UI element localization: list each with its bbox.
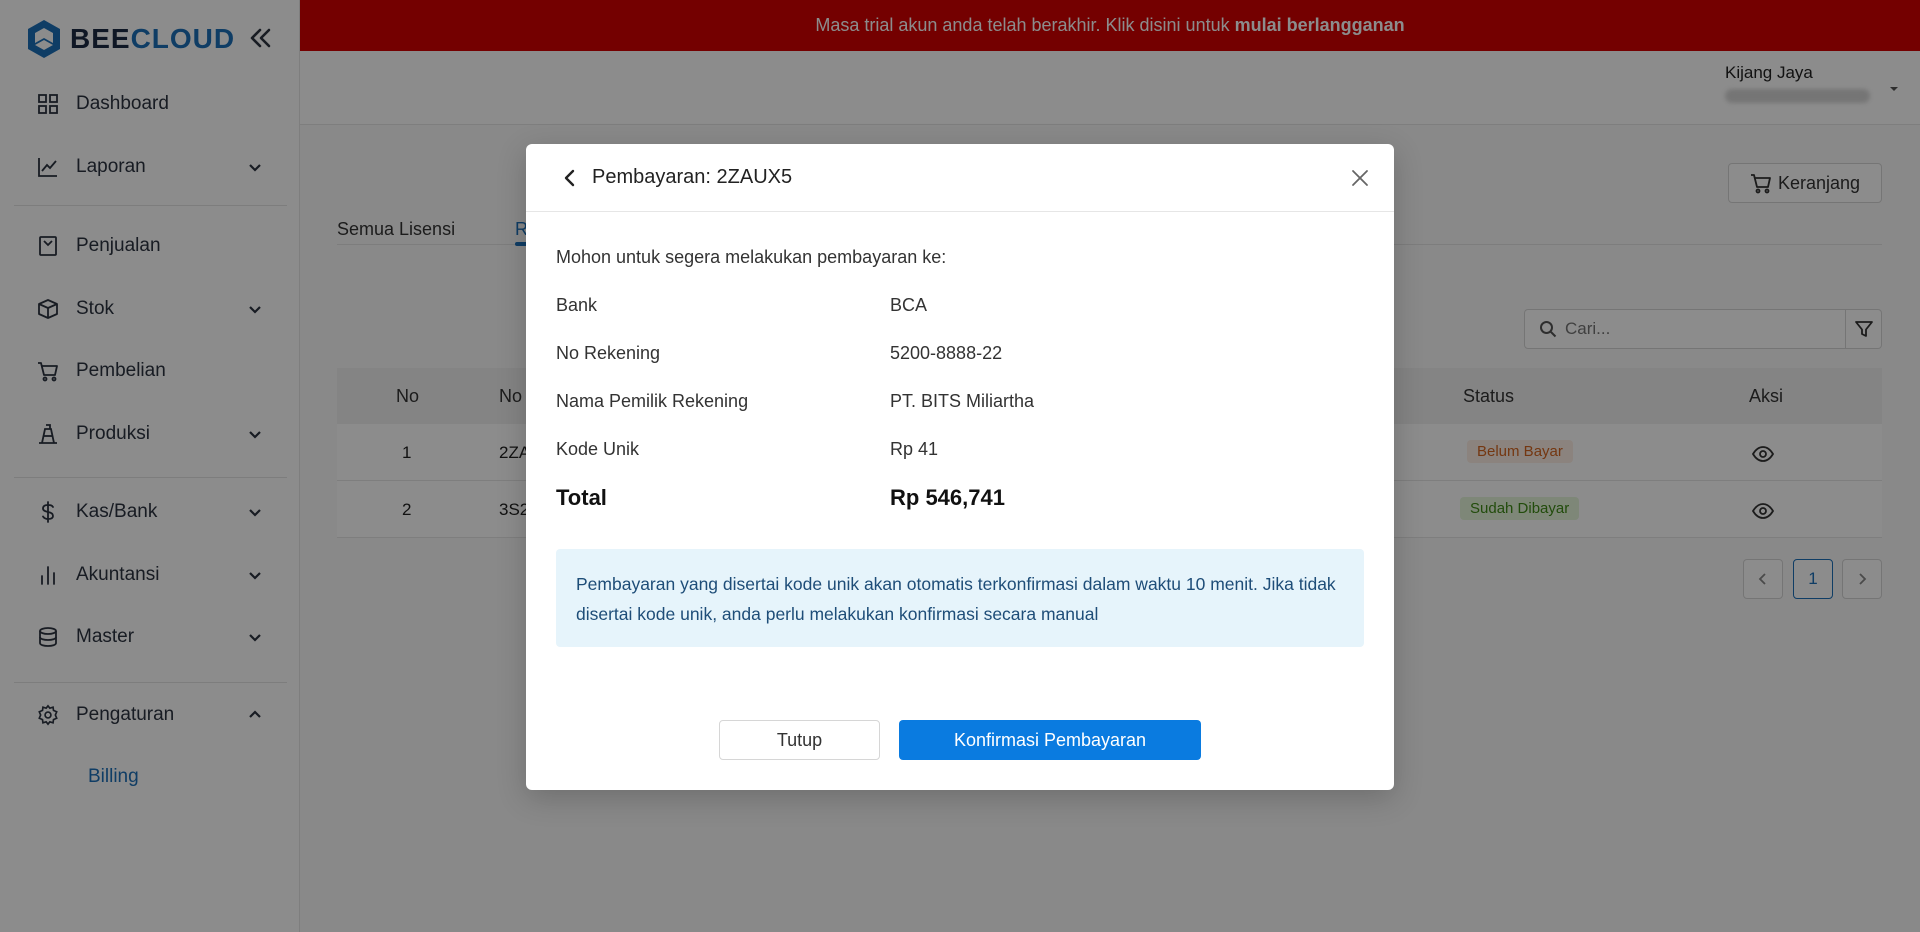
confirm-payment-button[interactable]: Konfirmasi Pembayaran	[899, 720, 1201, 760]
payment-info-alert: Pembayaran yang disertai kode unik akan …	[556, 549, 1364, 647]
modal-header: Pembayaran: 2ZAUX5	[526, 144, 1394, 212]
unique-code-label: Kode Unik	[556, 439, 640, 459]
payment-instruction: Mohon untuk segera melakukan pembayaran …	[556, 247, 947, 267]
unique-code-value: Rp 41	[890, 439, 939, 459]
account-number-label: No Rekening	[556, 343, 661, 363]
account-holder-value: PT. BITS Miliartha	[890, 391, 1035, 411]
total-value: Rp 546,741	[890, 485, 1005, 510]
modal-title: Pembayaran: 2ZAUX5	[592, 166, 793, 188]
account-number-value: 5200-8888-22	[890, 343, 1003, 363]
total-label: Total	[556, 485, 607, 510]
bank-label: Bank	[556, 295, 598, 315]
close-button[interactable]: Tutup	[719, 720, 880, 760]
back-arrow-icon[interactable]	[558, 166, 582, 190]
bank-value: BCA	[890, 295, 928, 315]
account-holder-label: Nama Pemilik Rekening	[556, 391, 749, 411]
payment-modal: Pembayaran: 2ZAUX5 Mohon untuk segera me…	[526, 144, 1394, 790]
close-icon[interactable]	[1348, 166, 1372, 190]
